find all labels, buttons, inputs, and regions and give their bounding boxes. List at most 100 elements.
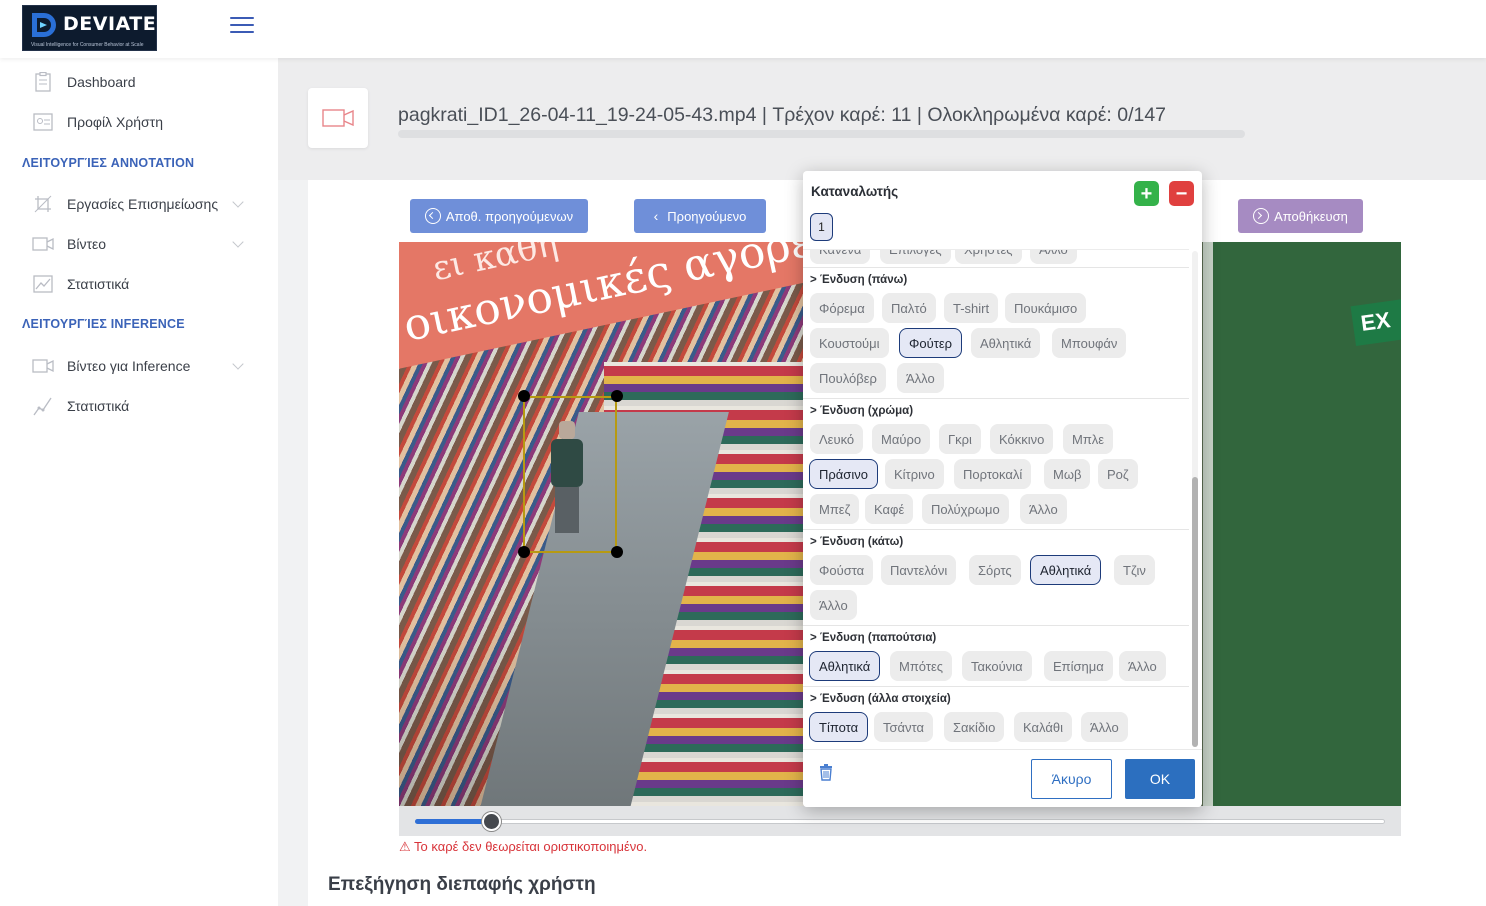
sidebar-item-label: Βίντεο για Inference — [67, 358, 191, 374]
crop-icon — [32, 195, 54, 213]
circle-arrow-left-icon — [424, 208, 441, 224]
ok-button[interactable]: OK — [1125, 759, 1195, 799]
option-chip[interactable]: Επίσημα — [1044, 651, 1113, 681]
option-chip[interactable]: Μπλε — [1063, 424, 1114, 454]
top-header: DEVIATE Visual Intelligence for Consumer… — [0, 0, 1486, 58]
option-chip[interactable]: Λευκό — [810, 424, 864, 454]
consumer-id-chip[interactable]: 1 — [810, 213, 833, 241]
option-chip[interactable]: Κόκκινο — [990, 424, 1054, 454]
option-chip[interactable]: Τακούνια — [962, 651, 1032, 681]
bbox-handle-top-left[interactable] — [518, 390, 530, 402]
slider-knob[interactable] — [481, 812, 501, 831]
option-chip-selected[interactable]: Φούτερ — [899, 328, 963, 358]
sidebar-item-dashboard[interactable]: Dashboard — [22, 67, 252, 97]
option-chip[interactable]: Αθλητικά — [971, 328, 1041, 358]
option-chip[interactable]: Άλλο — [897, 363, 944, 393]
deviate-logo[interactable]: DEVIATE Visual Intelligence for Consumer… — [22, 5, 157, 51]
section-title-inference: ΛΕΙΤΟΥΡΓΊΕΣ INFERENCE — [22, 317, 185, 331]
sidebar-item-video[interactable]: Βίντεο — [22, 229, 252, 259]
chevron-down-icon[interactable] — [232, 236, 244, 248]
sidebar-item-annotation-tasks[interactable]: Εργασίες Επισημείωσης — [22, 189, 252, 219]
sidebar-item-inference-statistics[interactable]: Στατιστικά — [22, 391, 252, 421]
option-chip[interactable]: Τσάντα — [874, 712, 934, 742]
sidebar-item-inference-video[interactable]: Βίντεο για Inference — [22, 351, 252, 381]
attribute-group-top-clothing: > Ένδυση (πάνω) Φόρεμα Παλτό T-shirt Που… — [803, 268, 1189, 399]
option-chip[interactable]: Μπότες — [890, 651, 953, 681]
slider-track[interactable] — [415, 819, 1385, 824]
chevron-left-icon: ‹ — [653, 208, 659, 224]
minus-icon: − — [1175, 182, 1188, 205]
option-chip[interactable]: Ροζ — [1098, 459, 1138, 489]
option-chip[interactable]: T-shirt — [944, 293, 999, 323]
option-chip[interactable]: Παντελόνι — [881, 555, 957, 585]
option-chip-selected[interactable]: Τίποτα — [809, 712, 869, 742]
save-button[interactable]: Αποθήκευση — [1238, 199, 1363, 233]
option-chip[interactable]: Μπεζ — [810, 494, 860, 524]
option-chip[interactable]: Χρήστες — [955, 250, 1022, 264]
option-chip[interactable]: Πουλόβερ — [810, 363, 886, 393]
cancel-button[interactable]: Άκυρο — [1031, 759, 1112, 799]
option-chip[interactable]: Σόρτς — [969, 555, 1021, 585]
group-title: > Ένδυση (άλλα στοιχεία) — [810, 693, 951, 705]
logo-tagline: Visual Intelligence for Consumer Behavio… — [31, 42, 144, 48]
add-consumer-button[interactable]: + — [1134, 181, 1159, 206]
sidebar-item-label: Dashboard — [67, 74, 136, 90]
attributes-list[interactable]: Κανένα Επιλογές Χρήστες Άλλο > Ένδυση (π… — [803, 249, 1189, 747]
bbox-handle-bottom-right[interactable] — [611, 546, 623, 558]
attribute-group-bottom-clothing: > Ένδυση (κάτω) Φούστα Παντελόνι Σόρτς Α… — [803, 530, 1189, 626]
slider-fill — [415, 819, 491, 824]
option-chip[interactable]: Πολύχρωμο — [922, 494, 1009, 524]
sidebar-item-label: Βίντεο — [67, 236, 107, 252]
option-chip[interactable]: Κανένα — [810, 250, 871, 264]
trash-icon[interactable] — [819, 764, 833, 781]
chevron-down-icon[interactable] — [232, 358, 244, 370]
option-chip[interactable]: Μαύρο — [872, 424, 931, 454]
sidebar-item-statistics[interactable]: Στατιστικά — [22, 269, 252, 299]
option-chip-selected[interactable]: Πράσινο — [809, 459, 878, 489]
frame-slider[interactable] — [399, 806, 1401, 836]
option-chip[interactable]: Παλτό — [882, 293, 936, 323]
option-chip[interactable]: Μπουφάν — [1052, 328, 1127, 358]
group-title: > Ένδυση (χρώμα) — [810, 405, 914, 417]
option-chip[interactable]: Καλάθι — [1014, 712, 1072, 742]
title-progress-track — [398, 130, 1245, 138]
sidebar: Dashboard Προφίλ Χρήστη ΛΕΙΤΟΥΡΓΊΕΣ ANNO… — [0, 58, 278, 906]
bbox-handle-bottom-left[interactable] — [518, 546, 530, 558]
option-chip[interactable]: Κίτρινο — [885, 459, 944, 489]
option-chip-selected[interactable]: Αθλητικά — [809, 651, 881, 681]
section-title-annotation: ΛΕΙΤΟΥΡΓΊΕΣ ANNOTATION — [22, 156, 195, 170]
circle-arrow-right-icon — [1253, 208, 1270, 224]
option-chip[interactable]: Πουκάμισο — [1005, 293, 1087, 323]
bounding-box[interactable] — [523, 396, 617, 553]
option-chip[interactable]: Άλλο — [810, 590, 857, 620]
save-previous-button[interactable]: Αποθ. προηγούμενων — [410, 199, 588, 233]
option-chip[interactable]: Καφέ — [865, 494, 914, 524]
video-icon — [32, 235, 54, 253]
option-chip[interactable]: Άλλο — [1030, 250, 1077, 264]
menu-toggle-icon[interactable] — [230, 17, 254, 37]
option-chip[interactable]: Τζιν — [1114, 555, 1155, 585]
attribute-group-accessories: > Ένδυση (άλλα στοιχεία) Τίποτα Τσάντα Σ… — [803, 687, 1189, 747]
option-chip[interactable]: Άλλο — [1119, 651, 1166, 681]
option-chip[interactable]: Πορτοκαλί — [954, 459, 1032, 489]
option-chip[interactable]: Άλλο — [1081, 712, 1128, 742]
trend-icon — [32, 397, 54, 416]
option-chip[interactable]: Φόρεμα — [810, 293, 874, 323]
chevron-down-icon[interactable] — [232, 196, 244, 208]
option-chip[interactable]: Φούστα — [810, 555, 874, 585]
option-chip[interactable]: Κουστούμι — [810, 328, 889, 358]
option-chip[interactable]: Επιλογές — [880, 250, 951, 264]
bbox-handle-top-right[interactable] — [611, 390, 623, 402]
previous-button[interactable]: ‹ Προηγούμενο — [634, 199, 766, 233]
logo-mark-icon — [32, 13, 56, 37]
scrollbar-thumb[interactable] — [1192, 477, 1198, 747]
option-chip-selected[interactable]: Αθλητικά — [1030, 555, 1102, 585]
group-title: > Ένδυση (πάνω) — [810, 274, 908, 286]
sidebar-item-profile[interactable]: Προφίλ Χρήστη — [22, 107, 252, 137]
option-chip[interactable]: Άλλο — [1020, 494, 1067, 524]
sidebar-item-label: Εργασίες Επισημείωσης — [67, 196, 219, 212]
option-chip[interactable]: Μωβ — [1044, 459, 1091, 489]
option-chip[interactable]: Σακίδιο — [944, 712, 1005, 742]
remove-consumer-button[interactable]: − — [1169, 181, 1194, 206]
option-chip[interactable]: Γκρι — [939, 424, 981, 454]
